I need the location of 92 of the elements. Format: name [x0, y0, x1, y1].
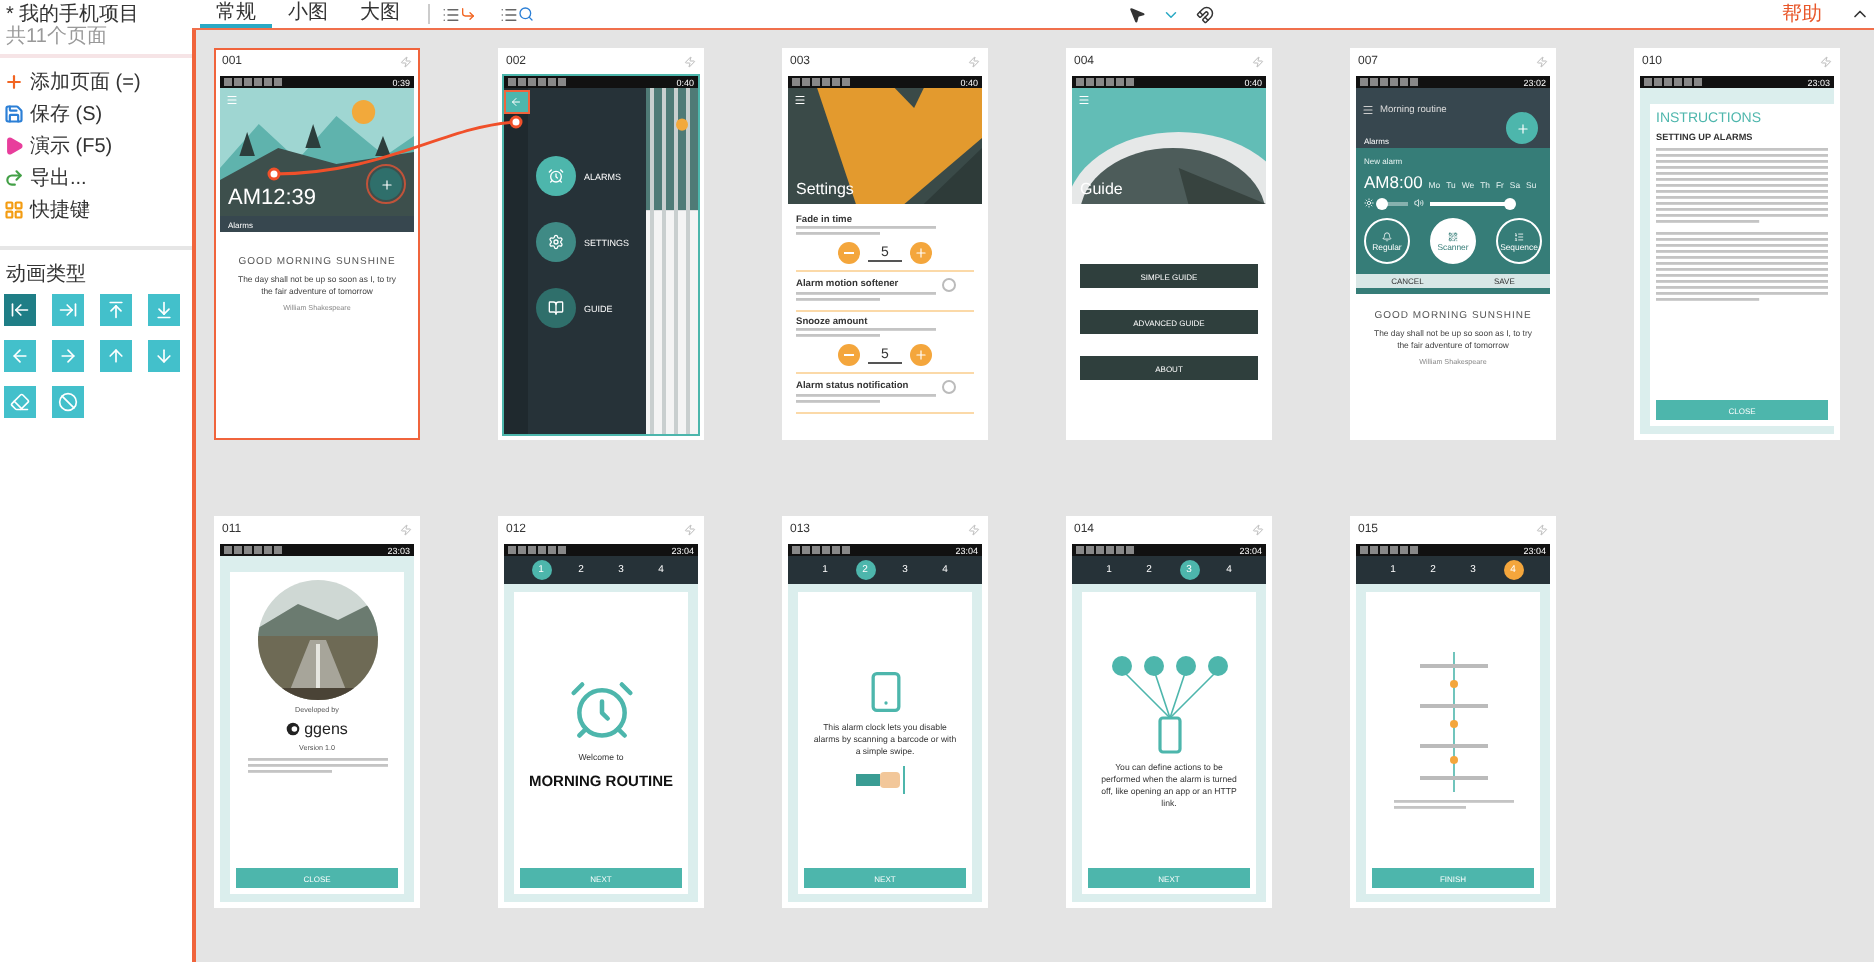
ban-icon [58, 392, 78, 412]
menu-icon [1078, 94, 1090, 106]
plus-icon [379, 177, 393, 191]
lightning-icon [400, 524, 412, 536]
text-lines-drawing [796, 292, 936, 304]
search-icon[interactable] [518, 6, 534, 22]
magnet-icon[interactable] [1195, 5, 1213, 23]
book-icon [548, 300, 564, 316]
qr-code-icon [1448, 231, 1458, 241]
arrow-icon[interactable] [460, 6, 476, 22]
gear-icon [548, 234, 564, 250]
lightning-icon [684, 56, 696, 68]
arrow-icon [106, 346, 126, 366]
section-title: 动画类型 [4, 261, 88, 290]
sidebar-item[interactable]: 快捷键 [4, 196, 188, 222]
menu-icon-button[interactable] [536, 222, 576, 262]
volume-icon [1414, 198, 1424, 208]
help-link[interactable]: 帮助 [1782, 0, 1822, 28]
lightning-icon [1820, 56, 1832, 68]
export-arrow-icon [4, 167, 24, 187]
add-button[interactable] [1506, 112, 1538, 144]
sidebar-item[interactable]: 保存 (S) [4, 100, 188, 126]
sidebar-item[interactable]: 导出... [4, 164, 188, 190]
menu-icon [1362, 104, 1374, 116]
minus-button[interactable] [838, 344, 860, 366]
alarm-clock-icon [548, 168, 564, 184]
menu-icon-button[interactable] [536, 288, 576, 328]
eraser-icon [10, 392, 30, 412]
back-arrow-icon [510, 96, 522, 108]
animation-option[interactable] [100, 340, 132, 372]
animation-option[interactable] [148, 294, 180, 326]
animation-option[interactable] [100, 294, 132, 326]
lightning-icon [968, 524, 980, 536]
plus-icon [1515, 121, 1529, 135]
lightning-icon [1252, 524, 1264, 536]
menu-icon-button[interactable] [536, 156, 576, 196]
minus-button[interactable] [838, 242, 860, 264]
plus-icon [914, 246, 928, 260]
animation-option[interactable] [52, 294, 84, 326]
lightning-icon [400, 56, 412, 68]
text-lines-drawing [247, 758, 387, 776]
bell-icon [1382, 231, 1392, 241]
sidebar-item[interactable]: 演示 (F5) [4, 132, 188, 158]
list-icon[interactable] [500, 5, 518, 23]
text-lines-drawing [796, 328, 936, 340]
plus-button[interactable] [910, 344, 932, 366]
add-icon [4, 71, 24, 91]
lightning-icon [1536, 56, 1548, 68]
project-title: * 我的手机项目 [6, 4, 142, 26]
animation-option[interactable] [52, 386, 84, 418]
list-icon [1514, 231, 1524, 241]
minus-icon [844, 252, 854, 254]
arrow-to-line-icon [58, 300, 78, 320]
plus-button[interactable] [910, 242, 932, 264]
save-icon [4, 103, 24, 123]
text-lines-drawing [1393, 800, 1513, 812]
alarm-time: AM8:00 [1364, 172, 1423, 192]
arrow-to-line-icon [10, 300, 30, 320]
arrow-to-line-icon [106, 300, 126, 320]
clock-time: AM12:39 [228, 186, 317, 210]
logo-text: ggens [304, 720, 348, 738]
arrow-icon [10, 346, 30, 366]
list-icon[interactable] [442, 5, 460, 23]
pointer-icon[interactable] [1127, 5, 1145, 23]
screen-title: Settings [796, 180, 854, 198]
view-tab[interactable]: 小图 [272, 0, 344, 28]
text-lines-drawing [796, 226, 936, 238]
grid-icon [4, 199, 24, 219]
lightning-icon [684, 524, 696, 536]
back-button[interactable] [505, 92, 527, 112]
arrow-to-line-icon [154, 300, 174, 320]
animation-option[interactable] [4, 294, 36, 326]
logo-icon [286, 722, 301, 736]
arrow-icon [58, 346, 78, 366]
sidebar-item[interactable]: 添加页面 (=) [4, 68, 188, 94]
play-icon [4, 135, 24, 155]
text-lines-drawing [796, 394, 936, 406]
plus-icon [914, 348, 928, 362]
arrow-icon [154, 346, 174, 366]
menu-icon [794, 94, 806, 106]
lightning-icon [1252, 56, 1264, 68]
animation-option[interactable] [148, 340, 180, 372]
lightning-icon [1536, 524, 1548, 536]
minus-icon [844, 354, 854, 356]
menu-icon [226, 94, 238, 106]
page-count: 共11个页面 [6, 26, 109, 48]
animation-option[interactable] [4, 386, 36, 418]
add-button[interactable] [370, 168, 402, 200]
actions-drawing [1109, 654, 1229, 754]
brightness-icon [1364, 198, 1374, 208]
view-tab[interactable]: 大图 [344, 0, 416, 28]
lightning-icon [968, 56, 980, 68]
